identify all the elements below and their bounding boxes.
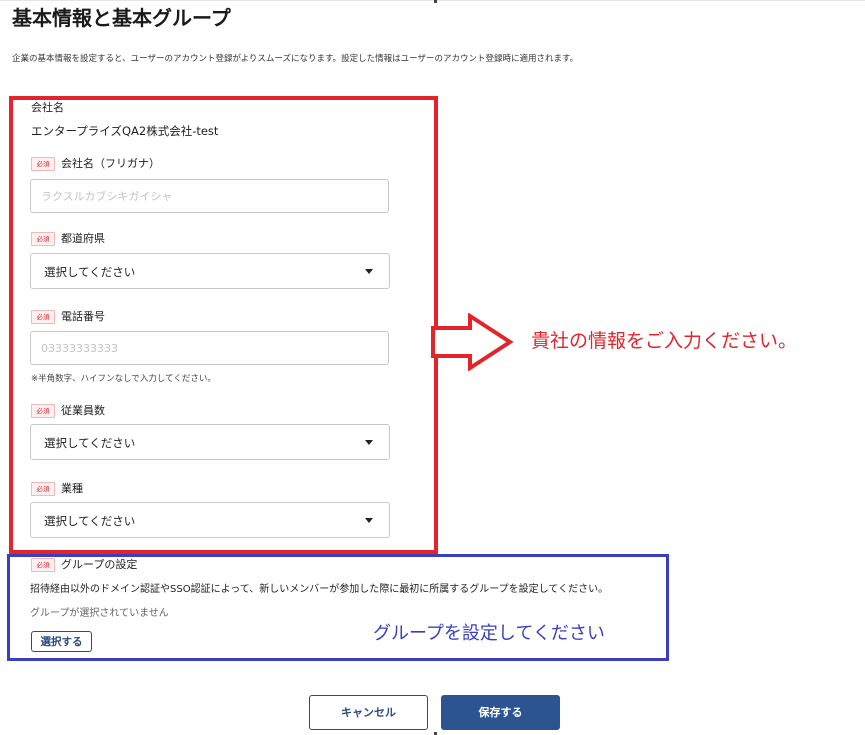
cancel-button[interactable]: キャンセル	[309, 695, 428, 730]
top-divider	[0, 0, 865, 1]
resize-handle-top	[434, 0, 437, 3]
save-button[interactable]: 保存する	[441, 695, 560, 730]
right-arrow-icon	[431, 313, 514, 371]
page-description: 企業の基本情報を設定すると、ユーザーのアカウント登録がよりスムーズになります。設…	[12, 54, 579, 64]
company-info-highlight-box	[9, 96, 438, 554]
page-title: 基本情報と基本グループ	[12, 6, 231, 30]
company-info-annotation: 貴社の情報をご入力ください。	[531, 330, 798, 352]
group-settings-annotation: グループを設定してください	[373, 623, 605, 644]
